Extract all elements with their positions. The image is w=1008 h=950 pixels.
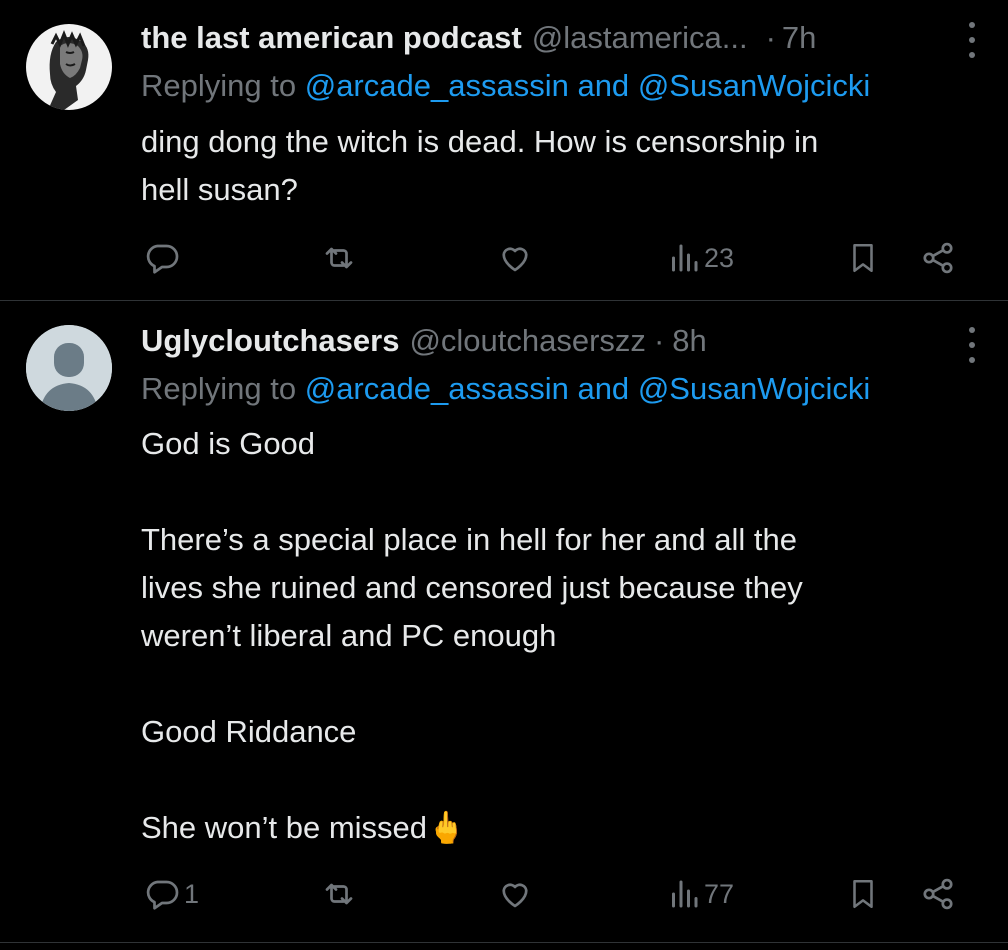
replying-and: and xyxy=(577,68,630,103)
author-handle[interactable]: @cloutchaserszz xyxy=(409,323,646,359)
author-name[interactable]: Uglycloutchasers xyxy=(141,323,399,359)
author-handle[interactable]: @lastamerica... xyxy=(532,20,748,56)
bookmark-button[interactable] xyxy=(846,872,880,916)
bookmark-button[interactable] xyxy=(846,236,880,280)
mention-link[interactable]: @SusanWojcicki xyxy=(638,371,870,406)
retweet-button[interactable] xyxy=(320,872,358,916)
tweet-header: Uglycloutchasers @cloutchaserszz · 8h xyxy=(141,321,707,361)
retweet-icon xyxy=(325,883,353,905)
tweet-text: God is Good There’s a special place in h… xyxy=(141,420,981,852)
retweet-button[interactable] xyxy=(320,236,358,280)
text-line: God is Good xyxy=(141,426,316,461)
more-icon[interactable] xyxy=(966,327,978,363)
tweet-text: ding dong the witch is dead. How is cens… xyxy=(141,118,981,214)
avatar[interactable] xyxy=(26,325,112,411)
replying-prefix: Replying to xyxy=(141,371,297,406)
replying-prefix: Replying to xyxy=(141,68,297,103)
author-name[interactable]: the last american podcast xyxy=(141,20,522,56)
views-button[interactable]: 77 xyxy=(668,872,734,916)
heart-icon xyxy=(502,883,528,908)
heart-icon xyxy=(502,247,528,272)
views-button[interactable]: 23 xyxy=(668,236,734,280)
divider xyxy=(0,942,1008,943)
bookmark-icon xyxy=(853,243,873,273)
text-line: ding dong the witch is dead. How is cens… xyxy=(141,124,819,159)
mention-link[interactable]: @arcade_assassin xyxy=(305,371,569,406)
text-line: hell susan? xyxy=(141,172,298,207)
mention-link[interactable]: @arcade_assassin xyxy=(305,68,569,103)
reply-button[interactable] xyxy=(144,236,184,280)
tweet[interactable]: the last american podcast @lastamerica..… xyxy=(0,0,1008,300)
like-button[interactable] xyxy=(496,872,534,916)
view-count: 77 xyxy=(704,878,735,909)
statue-avatar-icon xyxy=(26,24,112,110)
share-icon xyxy=(923,878,953,910)
replying-to: Replying to @arcade_assassin and @SusanW… xyxy=(141,68,870,104)
share-button[interactable] xyxy=(920,872,956,916)
views-icon xyxy=(672,244,698,272)
more-icon[interactable] xyxy=(966,22,978,58)
replying-and: and xyxy=(577,371,630,406)
reply-count: 1 xyxy=(184,878,200,909)
text-line: lives she ruined and censored just becau… xyxy=(141,570,803,605)
like-button[interactable] xyxy=(496,236,534,280)
reply-icon xyxy=(146,880,179,910)
timestamp[interactable]: 7h xyxy=(782,20,816,56)
default-avatar-icon xyxy=(26,325,112,411)
share-icon xyxy=(923,242,953,274)
text-line: weren’t liberal and PC enough xyxy=(141,618,557,653)
reply-icon xyxy=(146,244,179,274)
views-icon xyxy=(672,880,698,908)
avatar[interactable] xyxy=(26,24,112,110)
view-count: 23 xyxy=(704,242,735,273)
action-bar: 1 77 xyxy=(0,872,1008,916)
reply-button[interactable]: 1 xyxy=(144,872,199,916)
text-line: There’s a special place in hell for her … xyxy=(141,522,797,557)
retweet-icon xyxy=(325,247,353,269)
timestamp[interactable]: 8h xyxy=(672,323,706,359)
separator: · xyxy=(765,20,776,55)
action-bar: 23 xyxy=(0,236,1008,280)
tweet-header: the last american podcast @lastamerica..… xyxy=(141,18,816,58)
replying-to: Replying to @arcade_assassin and @SusanW… xyxy=(141,371,870,407)
mention-link[interactable]: @SusanWojcicki xyxy=(638,68,870,103)
tweet[interactable]: Uglycloutchasers @cloutchaserszz · 8h Re… xyxy=(0,301,1008,941)
text-line: Good Riddance xyxy=(141,714,357,749)
separator: · xyxy=(653,323,665,358)
bookmark-icon xyxy=(853,879,873,909)
text-line: She won’t be missed🖕 xyxy=(141,810,466,845)
share-button[interactable] xyxy=(920,236,956,280)
